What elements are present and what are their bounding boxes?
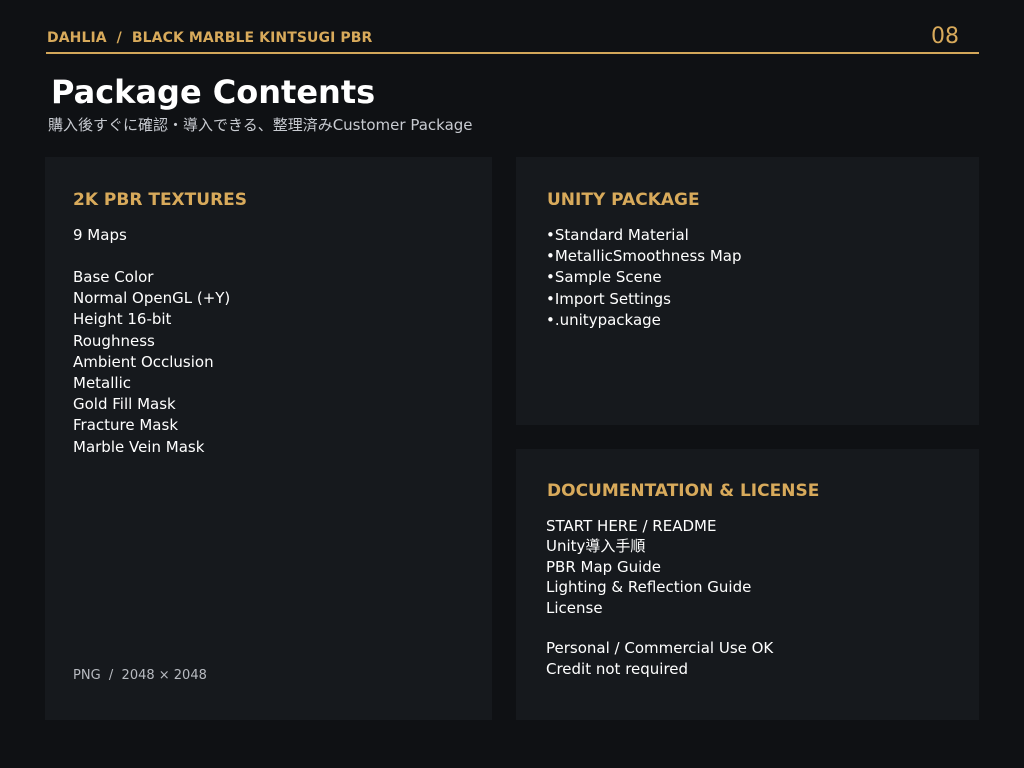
list-item: .unitypackage — [546, 310, 742, 331]
unity-heading: UNITY PACKAGE — [547, 190, 700, 210]
list-item: Credit not required — [546, 660, 689, 678]
list-item: Personal / Commercial Use OK — [546, 639, 774, 657]
list-item: Base Color — [73, 268, 154, 286]
list-item: PBR Map Guide — [546, 557, 661, 576]
page-number: 08 — [931, 24, 959, 49]
list-item: Import Settings — [546, 289, 742, 310]
list-item: Height 16-bit — [73, 310, 172, 329]
license-list: Personal / Commercial Use OK Credit not … — [546, 638, 773, 680]
list-item: MetallicSmoothness Map — [546, 246, 742, 267]
list-item: Unity導入手順 — [546, 537, 646, 556]
page-subtitle: 購入後すぐに確認・導入できる、整理済みCustomer Package — [48, 116, 473, 134]
list-item: Ambient Occlusion — [73, 352, 214, 371]
textures-heading: 2K PBR TEXTURES — [73, 190, 248, 210]
docs-panel: DOCUMENTATION & LICENSE START HERE / REA… — [516, 449, 979, 720]
list-item: Normal OpenGL (+Y) — [73, 289, 231, 308]
docs-heading: DOCUMENTATION & LICENSE — [547, 481, 820, 501]
unity-panel: UNITY PACKAGE Standard Material Metallic… — [516, 157, 979, 425]
list-item: License — [546, 598, 603, 617]
textures-format: PNG / 2048 × 2048 — [73, 668, 207, 683]
page-title: Package Contents — [51, 73, 376, 111]
list-item: Gold Fill Mask — [73, 395, 176, 414]
list-item: Metallic — [73, 373, 131, 392]
list-item: Roughness — [73, 331, 155, 350]
list-item: START HERE / README — [546, 517, 717, 535]
docs-list: START HERE / README Unity導入手順 PBR Map Gu… — [546, 516, 751, 618]
header: DAHLIA / BLACK MARBLE KINTSUGI PBR 08 — [46, 24, 979, 54]
textures-list: Base Color Normal OpenGL (+Y) Height 16-… — [73, 267, 230, 458]
unity-list: Standard Material MetallicSmoothness Map… — [546, 225, 742, 331]
list-item: Lighting & Reflection Guide — [546, 578, 752, 597]
list-item: Standard Material — [546, 225, 742, 246]
list-item: Fracture Mask — [73, 416, 178, 435]
textures-panel: 2K PBR TEXTURES 9 Maps Base Color Normal… — [45, 157, 492, 720]
textures-count: 9 Maps — [73, 226, 127, 244]
list-item: Sample Scene — [546, 267, 742, 288]
breadcrumb: DAHLIA / BLACK MARBLE KINTSUGI PBR — [47, 30, 373, 46]
slide: DAHLIA / BLACK MARBLE KINTSUGI PBR 08 Pa… — [0, 0, 1024, 768]
list-item: Marble Vein Mask — [73, 437, 205, 456]
